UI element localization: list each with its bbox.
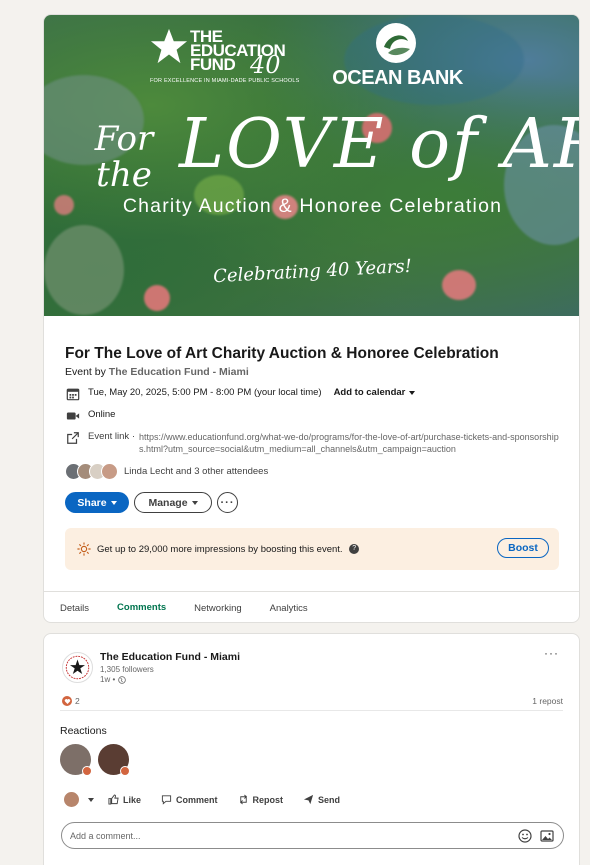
- chevron-down-icon: [110, 500, 117, 505]
- boost-banner: Get up to 29,000 more impressions by boo…: [65, 528, 559, 570]
- event-by-label: Event by: [65, 366, 106, 378]
- attendee-avatar: [101, 463, 118, 480]
- comment-input[interactable]: [70, 830, 518, 841]
- tab-details[interactable]: Details: [48, 592, 101, 622]
- chevron-down-icon: [409, 390, 416, 395]
- heart-icon: [82, 766, 92, 776]
- send-label: Send: [318, 794, 341, 805]
- logo-anniversary: 40: [250, 51, 281, 79]
- event-tabs: Details Comments Networking Analytics: [44, 591, 579, 622]
- event-datetime: Tue, May 20, 2025, 5:00 PM - 8:00 PM (yo…: [88, 387, 322, 398]
- event-card: THE EDUCATION FUND 40 FOR EXCELLENCE IN …: [43, 14, 580, 623]
- post-timestamp: 1w •: [100, 675, 116, 684]
- tab-networking[interactable]: Networking: [182, 592, 254, 622]
- tab-analytics[interactable]: Analytics: [258, 592, 320, 622]
- banner-texture: [44, 225, 124, 315]
- globe-icon: [118, 675, 127, 684]
- banner-title-love-art: LOVE of ART: [179, 105, 579, 184]
- calendar-icon: [66, 388, 80, 401]
- more-options-button[interactable]: ···: [217, 492, 238, 513]
- send-button[interactable]: Send: [303, 794, 340, 805]
- reactions-heading: Reactions: [60, 725, 107, 737]
- avatar: [64, 792, 79, 807]
- attendees-row[interactable]: Linda Lecht and 3 other attendees: [65, 463, 268, 480]
- post-actions: Like Comment Repost Send: [64, 792, 360, 807]
- banner-subtitle: Charity Auction & Honoree Celebration: [122, 195, 503, 217]
- banner-celebrating: Celebrating 40 Years!: [212, 255, 413, 288]
- comment-icon: [161, 795, 172, 805]
- add-to-calendar-label: Add to calendar: [333, 387, 406, 398]
- reaction-as-selector[interactable]: [64, 792, 94, 807]
- repost-button[interactable]: Repost: [238, 794, 284, 805]
- add-to-calendar-button[interactable]: Add to calendar: [334, 387, 416, 398]
- post-time: 1w •: [100, 675, 127, 684]
- event-link-url[interactable]: https://www.educationfund.org/what-we-do…: [139, 431, 564, 455]
- logo-tagline: FOR EXCELLENCE IN MIAMI-DADE PUBLIC SCHO…: [150, 78, 300, 84]
- event-title: For The Love of Art Charity Auction & Ho…: [65, 345, 499, 362]
- repost-count[interactable]: 1 repost: [532, 696, 563, 706]
- post-author[interactable]: The Education Fund - Miami: [100, 651, 240, 663]
- send-icon: [303, 794, 314, 805]
- logo-text: FUND: [190, 55, 236, 74]
- logo-text: OCEAN BANK: [332, 67, 463, 89]
- event-date-row: Tue, May 20, 2025, 5:00 PM - 8:00 PM (yo…: [66, 387, 416, 401]
- sun-icon: [77, 542, 91, 556]
- event-organizer-line: Event by The Education Fund - Miami: [65, 366, 249, 378]
- reaction-number: 2: [75, 696, 80, 706]
- star-icon: [65, 655, 90, 680]
- repost-icon: [239, 794, 247, 805]
- event-banner-image: THE EDUCATION FUND 40 FOR EXCELLENCE IN …: [44, 15, 579, 316]
- external-link-icon: [67, 432, 79, 444]
- banner-title: For the LOVE of ART: [84, 105, 579, 205]
- comment-box: [61, 822, 564, 849]
- event-organizer-link[interactable]: The Education Fund - Miami: [109, 366, 249, 378]
- event-link-label: Event link ·: [88, 431, 135, 442]
- chevron-down-icon: [191, 500, 198, 505]
- post-card: The Education Fund - Miami 1,305 followe…: [43, 633, 580, 865]
- chevron-down-icon: [88, 797, 94, 802]
- banner-word: For: [94, 119, 154, 159]
- heart-icon: [62, 696, 72, 706]
- star-icon: [150, 28, 188, 64]
- event-link-row: Event link · https://www.educationfund.o…: [66, 431, 566, 455]
- banner-title-for: For the: [84, 121, 164, 193]
- share-button[interactable]: Share: [65, 492, 129, 513]
- video-camera-icon: [66, 412, 80, 420]
- event-format-row: Online: [66, 409, 115, 423]
- like-label: Like: [123, 794, 142, 805]
- share-label: Share: [77, 496, 107, 509]
- organization-logo[interactable]: [62, 652, 93, 683]
- post-followers: 1,305 followers: [100, 665, 154, 674]
- ocean-bank-logo: OCEAN BANK: [325, 21, 470, 91]
- thumbs-up-icon: [108, 794, 119, 805]
- comment-button[interactable]: Comment: [161, 794, 218, 805]
- reaction-count[interactable]: 2: [62, 696, 80, 706]
- tab-comments[interactable]: Comments: [105, 592, 178, 622]
- event-actions: Share Manage ···: [65, 492, 238, 513]
- image-icon[interactable]: [540, 829, 554, 843]
- heart-icon: [120, 766, 130, 776]
- boost-text: Get up to 29,000 more impressions by boo…: [97, 543, 360, 555]
- comment-label: Comment: [176, 794, 218, 805]
- attendees-text: Linda Lecht and 3 other attendees: [124, 466, 269, 477]
- event-format: Online: [88, 409, 116, 420]
- repost-label: Repost: [252, 794, 284, 805]
- boost-button[interactable]: Boost: [497, 538, 549, 558]
- banner-word: the: [96, 155, 152, 195]
- manage-button[interactable]: Manage: [134, 492, 212, 513]
- post-more-button[interactable]: ···: [544, 646, 559, 660]
- manage-label: Manage: [148, 496, 188, 509]
- help-icon[interactable]: ?: [349, 543, 360, 554]
- like-button[interactable]: Like: [108, 794, 141, 805]
- wave-icon: [376, 23, 416, 63]
- divider: [60, 710, 563, 711]
- boost-message: Get up to 29,000 more impressions by boo…: [97, 543, 343, 555]
- emoji-icon[interactable]: [518, 828, 532, 843]
